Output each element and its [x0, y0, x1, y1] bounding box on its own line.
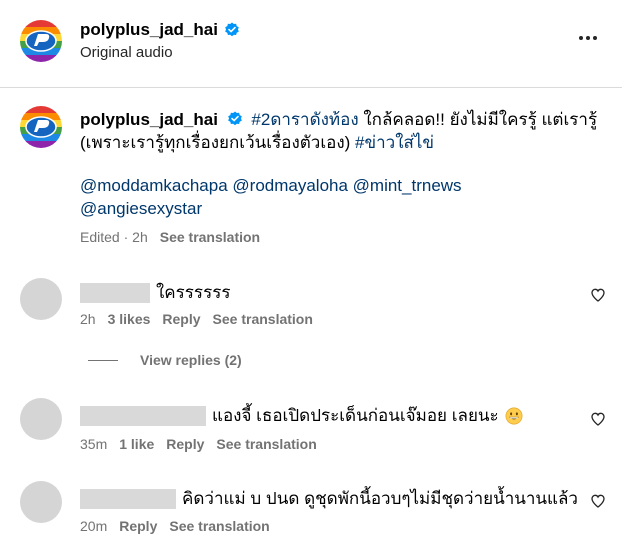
caption-mentions: @moddamkachapa @rodmayaloha @mint_trnews… — [80, 174, 600, 220]
comment-likes[interactable]: 1 like — [119, 436, 154, 452]
heart-icon[interactable] — [590, 411, 606, 427]
grinning-face-emoji — [505, 407, 523, 424]
see-translation-button[interactable]: See translation — [160, 229, 260, 245]
view-replies-button[interactable]: View replies (2) — [88, 352, 242, 368]
edited-label: Edited · 2h — [80, 229, 148, 245]
redacted-username[interactable] — [80, 282, 150, 303]
see-translation-button[interactable]: See translation — [169, 518, 269, 534]
commenter-avatar[interactable] — [20, 398, 62, 440]
mention-link[interactable]: @angiesexystar — [80, 197, 600, 220]
see-translation-button[interactable]: See translation — [213, 311, 313, 327]
comment-text-row: แองจี้ เธอเปิดประเด็นก่อนเจ๊มอย เลยนะ — [80, 402, 523, 429]
caption-text: polyplus_jad_hai #2ดาราดังท้อง ใกล้คลอด!… — [80, 108, 600, 154]
redacted-username[interactable] — [80, 488, 176, 509]
header-username-row[interactable]: polyplus_jad_hai — [80, 20, 240, 40]
header-username[interactable]: polyplus_jad_hai — [80, 20, 218, 40]
profile-avatar[interactable] — [20, 20, 62, 62]
hashtag-link[interactable]: #ข่าวใส่ไข่ — [355, 133, 434, 152]
reply-button[interactable]: Reply — [162, 311, 200, 327]
comment-time: 20m — [80, 518, 108, 534]
post-header: polyplus_jad_hai Original audio — [0, 0, 622, 88]
caption-username[interactable]: polyplus_jad_hai — [80, 110, 218, 129]
audio-label[interactable]: Original audio — [80, 44, 173, 61]
more-options-icon[interactable] — [576, 26, 600, 50]
reply-button[interactable]: Reply — [166, 436, 204, 452]
reply-button[interactable]: Reply — [119, 518, 157, 534]
mention-links-row[interactable]: @moddamkachapa @rodmayaloha @mint_trnews — [80, 174, 600, 197]
commenter-avatar[interactable] — [20, 481, 62, 523]
replies-divider — [88, 359, 118, 361]
comment-text: แองจี้ เธอเปิดประเด็นก่อนเจ๊มอย เลยนะ — [212, 406, 499, 425]
comment-likes[interactable]: 3 likes — [108, 311, 151, 327]
comment-meta: 20m Reply See translation — [80, 518, 270, 534]
heart-icon[interactable] — [590, 287, 606, 303]
comment-time: 35m — [80, 436, 108, 452]
hashtag-link[interactable]: #2ดาราดังท้อง — [251, 110, 358, 129]
verified-badge-icon — [227, 111, 242, 126]
comment-text: คิดว่าแม่ บ ปนด ดูชุดพักนี้อวบๆไม่มีชุดว… — [182, 489, 578, 508]
comment-text: ใครรรรรร — [156, 283, 231, 302]
comment-time: 2h — [80, 311, 96, 327]
commenter-avatar[interactable] — [20, 278, 62, 320]
comment-meta: 2h 3 likes Reply See translation — [80, 311, 313, 327]
see-translation-button[interactable]: See translation — [216, 436, 316, 452]
caption-meta: Edited · 2h See translation — [80, 229, 260, 245]
comment-text-row: ใครรรรรร — [80, 279, 230, 306]
heart-icon[interactable] — [590, 493, 606, 509]
comment-text-row: คิดว่าแม่ บ ปนด ดูชุดพักนี้อวบๆไม่มีชุดว… — [80, 485, 578, 512]
post-caption: polyplus_jad_hai #2ดาราดังท้อง ใกล้คลอด!… — [80, 108, 600, 220]
redacted-username[interactable] — [80, 405, 206, 426]
view-replies-label[interactable]: View replies (2) — [140, 352, 242, 368]
comment-meta: 35m 1 like Reply See translation — [80, 436, 317, 452]
caption-avatar[interactable] — [20, 106, 62, 148]
verified-badge-icon — [225, 22, 239, 37]
